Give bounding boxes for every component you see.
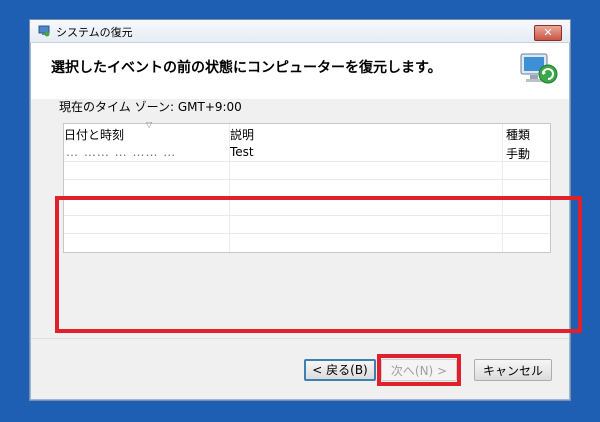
restore-point-description: Test xyxy=(230,145,254,159)
sort-arrow-icon: ▽ xyxy=(146,120,153,129)
column-header-description[interactable]: 説明 xyxy=(230,126,254,143)
column-header-date[interactable]: 日付と時刻 xyxy=(64,126,124,143)
timezone-label: 現在のタイム ゾーン: GMT+9:00 xyxy=(59,100,242,114)
column-header-type[interactable]: 種類 xyxy=(506,126,530,143)
wizard-footer: < 戻る(B) 次へ(N) > キャンセル xyxy=(31,338,569,399)
system-restore-app-icon xyxy=(38,25,50,37)
window-title: システムの復元 xyxy=(56,26,133,39)
close-button[interactable]: ✕ xyxy=(534,25,562,41)
cancel-button[interactable]: キャンセル xyxy=(474,359,552,381)
system-restore-dialog: システムの復元 ✕ 選択したイベントの前の状態にコンピューターを復元します。 現… xyxy=(29,19,582,401)
next-button-highlight-box xyxy=(377,354,461,386)
restore-point-date: … …… … …… … xyxy=(66,145,177,159)
table-row[interactable]: … …… … …… … Test 手動 xyxy=(64,144,550,162)
close-icon: ✕ xyxy=(543,26,553,39)
title-bar: システムの復元 ✕ xyxy=(30,20,570,43)
table-row-empty xyxy=(64,162,550,180)
system-restore-computer-icon xyxy=(520,53,558,84)
wizard-header: 選択したイベントの前の状態にコンピューターを復元します。 xyxy=(31,43,569,99)
list-header: 日付と時刻 ▽ 説明 種類 xyxy=(64,120,550,144)
back-button[interactable]: < 戻る(B) xyxy=(304,359,376,381)
page-instruction: 選択したイベントの前の状態にコンピューターを復元します。 xyxy=(51,60,442,76)
restore-point-type: 手動 xyxy=(506,147,531,161)
list-highlight-box xyxy=(55,196,582,333)
